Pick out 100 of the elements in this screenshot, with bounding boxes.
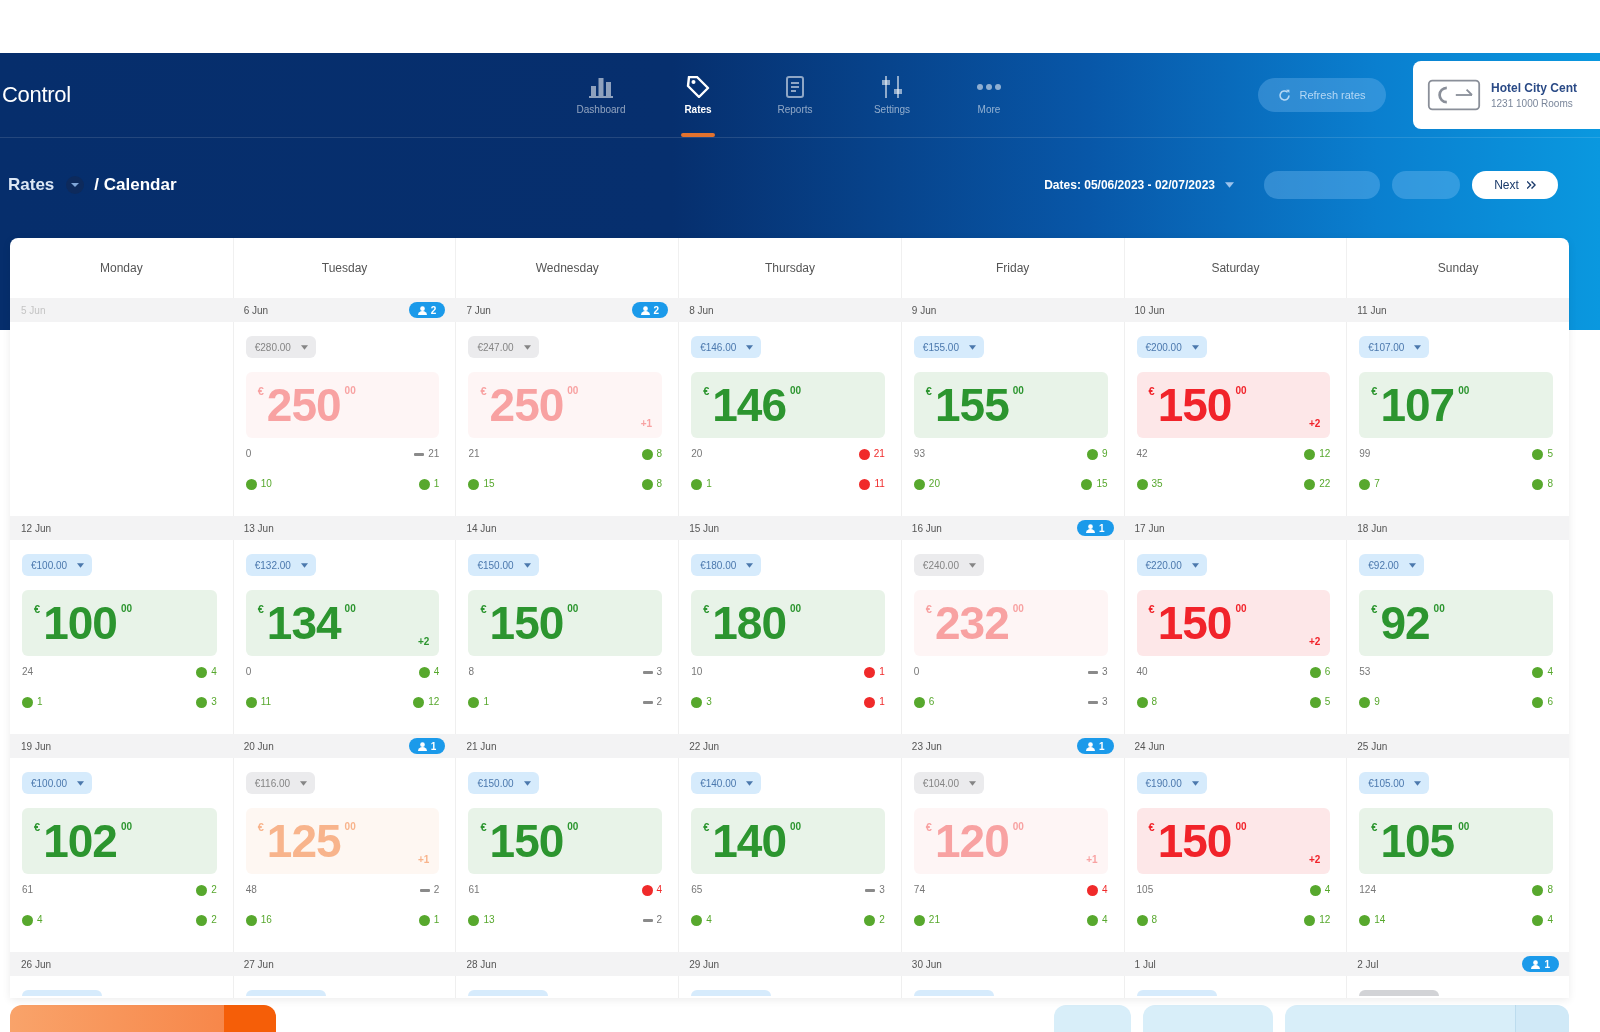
person-icon [1531, 959, 1541, 969]
rate-dropdown[interactable]: €150.00 [468, 554, 539, 576]
rate-dropdown[interactable]: €190.00 [1136, 772, 1207, 794]
refresh-button[interactable]: Refresh rates [1258, 78, 1386, 112]
rate-dropdown[interactable]: €220.00 [1136, 554, 1207, 576]
date-label: 1 Jul [1134, 958, 1156, 970]
secondary-button[interactable] [1054, 1005, 1131, 1032]
dash-icon [642, 670, 653, 674]
secondary-button[interactable] [1285, 1005, 1515, 1032]
stat-value: 10 [260, 477, 272, 491]
stat-value: 11 [260, 695, 272, 709]
stat-value: 15 [1096, 477, 1108, 491]
availability-count: 0 [245, 447, 252, 461]
rate-dropdown[interactable] [691, 990, 772, 996]
availability-count: 40 [1136, 665, 1148, 679]
rate-dropdown[interactable] [22, 990, 102, 996]
primary-button[interactable] [10, 1005, 224, 1032]
date-label: 7 Jun [466, 304, 491, 316]
availability-count: 24 [22, 665, 34, 679]
caret-icon [1191, 780, 1199, 786]
price-change: +2 [1308, 854, 1321, 865]
stat-value: 13 [483, 913, 495, 927]
weekday-label: Sunday [1437, 261, 1479, 275]
nav-tab[interactable]: Settings [852, 53, 932, 137]
rate-dropdown[interactable]: €180.00 [691, 554, 762, 576]
property-card[interactable]: Hotel City Cent 1231 1000 Rooms [1413, 61, 1600, 129]
stat-value: 6 [1547, 695, 1553, 709]
availability-count: 99 [1359, 447, 1371, 461]
caret-icon [300, 562, 308, 568]
next-button[interactable]: Next [1472, 171, 1558, 199]
badge-count: 1 [1099, 522, 1105, 534]
dropdown-button[interactable] [224, 1005, 276, 1032]
rate-dropdown[interactable]: €100.00 [22, 772, 93, 794]
stat-value: 8 [1547, 883, 1553, 897]
availability-count: 0 [245, 665, 252, 679]
stat-value: 8 [656, 477, 663, 491]
rate-dropdown[interactable]: €116.00 [245, 772, 316, 794]
nav-tab[interactable]: Reports [755, 53, 835, 137]
stat-value: 4 [706, 913, 712, 927]
rate-dropdown[interactable]: €107.00 [1359, 336, 1430, 358]
caret-icon [66, 176, 85, 194]
nav-tab[interactable]: Rates [658, 53, 738, 137]
date-range-dropdown[interactable]: Dates: 05/06/2023 - 02/07/2023 [1044, 178, 1234, 192]
stat-value: 4 [37, 913, 43, 927]
rate-dropdown[interactable]: €140.00 [691, 772, 762, 794]
stat-value: 4 [1102, 913, 1108, 927]
price-change: +1 [640, 418, 653, 429]
rate-dropdown[interactable]: €100.00 [22, 554, 93, 576]
nav-tab[interactable]: Dashboard [561, 53, 641, 137]
caret-icon [77, 562, 85, 568]
dash-icon [419, 888, 430, 892]
rate-dropdown[interactable]: €247.00 [468, 336, 539, 358]
dash-icon [642, 700, 653, 704]
more-icon [977, 83, 1001, 90]
date-label: 20 Jun [243, 740, 274, 752]
dropdown-button[interactable] [1515, 1005, 1569, 1032]
date-label: 21 Jun [466, 740, 497, 752]
secondary-button[interactable] [1143, 1005, 1273, 1032]
price-change: +1 [1086, 854, 1098, 865]
date-label: 6 Jun [243, 304, 269, 316]
rate-dropdown[interactable]: €92.00 [1359, 554, 1424, 576]
rate-dropdown[interactable]: €280.00 [245, 336, 316, 358]
rate-dropdown[interactable] [1359, 990, 1440, 996]
availability-count: 8 [468, 665, 474, 679]
date-label: 13 Jun [243, 522, 274, 534]
dash-icon [1088, 670, 1098, 674]
rate-dropdown[interactable] [245, 990, 326, 996]
stat-value: 3 [879, 883, 885, 897]
stat-value: 3 [211, 695, 217, 709]
stat-value: 1 [879, 695, 885, 709]
rate-dropdown[interactable] [1136, 990, 1217, 996]
rate-dropdown[interactable]: €150.00 [468, 772, 539, 794]
rate-dropdown[interactable]: €146.00 [691, 336, 762, 358]
availability-count: 0 [913, 665, 920, 679]
date-label: 14 Jun [466, 522, 497, 534]
person-icon [1086, 741, 1095, 751]
rate-dropdown[interactable]: €132.00 [245, 554, 316, 576]
rate-dropdown[interactable]: €104.00 [913, 772, 984, 794]
stat-value: 12 [1319, 447, 1331, 461]
date-label: 16 Jun [911, 522, 942, 534]
rate-dropdown[interactable]: €105.00 [1359, 772, 1430, 794]
nav-tab[interactable]: More [949, 53, 1029, 137]
rate-dropdown[interactable]: €240.00 [913, 554, 984, 576]
rate-dropdown[interactable] [468, 990, 549, 996]
badge-count: 1 [1099, 740, 1105, 752]
stat-value: 5 [1324, 695, 1331, 709]
availability-count: 48 [245, 883, 257, 897]
stat-value: 4 [1102, 883, 1108, 897]
weekday-label: Monday [100, 261, 143, 275]
stat-value: 2 [211, 913, 217, 927]
rate-dropdown[interactable]: €155.00 [913, 336, 984, 358]
availability-count: 21 [468, 447, 480, 461]
caret-icon [523, 344, 531, 350]
section-dropdown[interactable]: Rates [8, 175, 85, 195]
weekday-label: Saturday [1211, 261, 1260, 275]
rate-dropdown[interactable]: €200.00 [1136, 336, 1207, 358]
stat-value: 1 [879, 665, 885, 679]
stat-value: 4 [433, 665, 440, 679]
rate-dropdown[interactable] [913, 990, 994, 996]
availability-count: 61 [22, 883, 34, 897]
